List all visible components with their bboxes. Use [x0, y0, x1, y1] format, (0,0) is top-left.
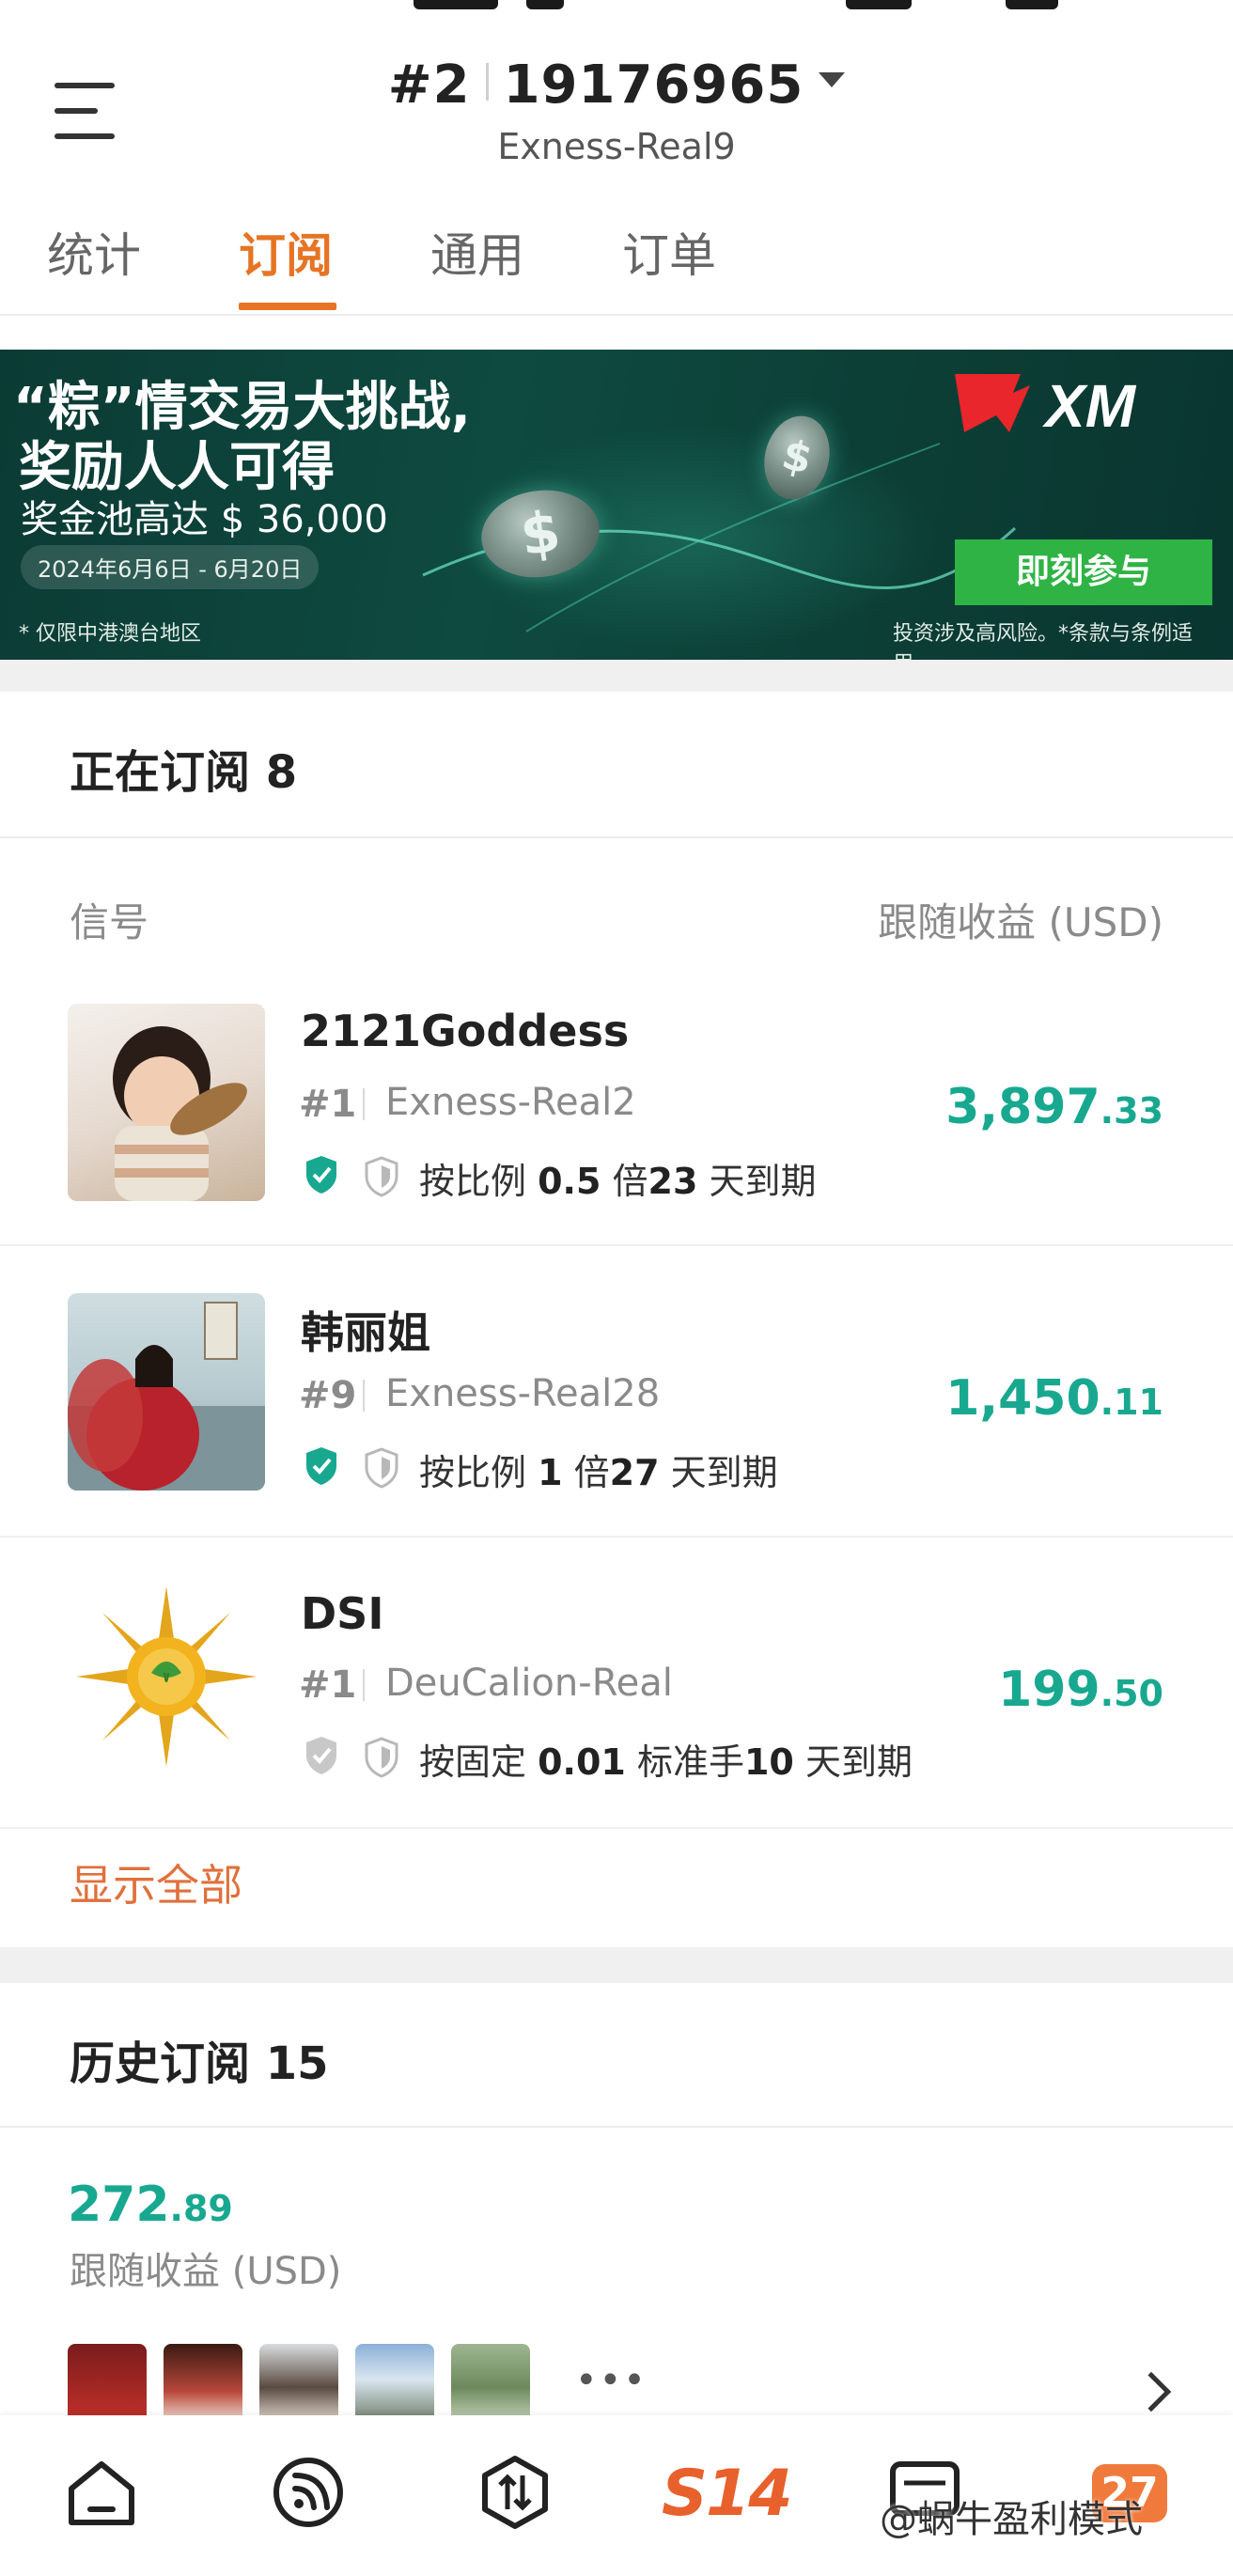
history-avatar[interactable] — [259, 2344, 338, 2423]
xm-logo: XM — [955, 365, 1218, 440]
signal-server: Exness-Real2 — [385, 1081, 636, 1124]
signal-server: Exness-Real28 — [385, 1372, 661, 1415]
chevron-right-icon[interactable] — [1131, 2371, 1172, 2412]
verified-shield-icon — [306, 1447, 336, 1485]
signal-name[interactable]: 2121Goddess — [301, 1006, 629, 1056]
tab-subscriptions[interactable]: 订阅 — [239, 218, 333, 286]
signal-profit: 1,450.11 — [945, 1370, 1163, 1427]
signal-name[interactable]: DSI — [301, 1588, 383, 1639]
signal-rank: #9 — [299, 1374, 357, 1417]
security-shield-icon — [365, 1447, 398, 1489]
history-profit-label: 跟随收益 (USD) — [70, 2250, 342, 2293]
account-selector[interactable]: #2 19176965 — [0, 55, 1233, 116]
caret-down-icon — [819, 72, 846, 87]
banner-prize: 奖金池高达 $ 36,000 — [21, 498, 388, 541]
home-icon[interactable] — [64, 2455, 139, 2530]
history-title: 历史订阅 15 — [70, 2037, 329, 2090]
verified-shield-icon — [306, 1156, 336, 1194]
active-tab-indicator — [239, 303, 336, 310]
title-divider — [485, 63, 489, 101]
subscription-row[interactable]: 韩丽姐 #9 Exness-Real28 1,450.11 按比例 1 倍27 … — [0, 1246, 1233, 1538]
history-avatar[interactable] — [355, 2344, 434, 2423]
show-all-link[interactable]: 显示全部 — [70, 1851, 242, 1913]
signal-profit: 3,897.33 — [945, 1079, 1163, 1135]
active-subscriptions-title: 正在订阅 8 — [70, 746, 298, 799]
bottom-nav: S14 27 @蜗牛盈利模式 — [0, 2415, 1233, 2576]
subscription-row[interactable]: DSI #1 DeuCalion-Real 199.50 按固定 0.01 标准… — [0, 1538, 1233, 1829]
signal-profit: 199.50 — [998, 1662, 1163, 1718]
status-bar-partial — [0, 0, 1233, 17]
column-profit-label: 跟随收益 (USD) — [878, 899, 1163, 945]
banner-region-note: * 仅限中港澳台地区 — [19, 622, 201, 646]
signal-name[interactable]: 韩丽姐 — [301, 1299, 430, 1361]
copy-rule: 按固定 0.01 标准手10 天到期 — [419, 1741, 913, 1783]
svg-text:XM: XM — [1042, 372, 1137, 440]
subscription-row[interactable]: 2121Goddess #1 Exness-Real2 3,897.33 按比例… — [0, 981, 1233, 1246]
history-avatar[interactable] — [164, 2344, 242, 2423]
account-rank: #2 — [387, 55, 471, 116]
history-header: 历史订阅 15 — [0, 1983, 1233, 2128]
column-signal-label: 信号 — [70, 899, 149, 945]
account-number: 19176965 — [503, 55, 804, 116]
account-server: Exness-Real9 — [497, 126, 736, 167]
rank-divider — [363, 1088, 365, 1120]
watermark: @蜗牛盈利模式 — [880, 2498, 1143, 2541]
sun-logo-avatar — [68, 1583, 265, 1780]
tab-general[interactable]: 通用 — [430, 218, 524, 286]
banner-date-range: 2024年6月6日 - 6月20日 — [21, 545, 320, 589]
history-profit: 272.89 — [68, 2177, 233, 2233]
security-shield-icon — [365, 1156, 398, 1197]
signal-server: DeuCalion-Real — [385, 1662, 673, 1705]
more-avatars-indicator: ••• — [575, 2359, 648, 2402]
s14-logo[interactable]: S14 — [662, 2457, 793, 2531]
signal-rank: #1 — [299, 1083, 357, 1126]
trade-icon[interactable] — [477, 2455, 553, 2530]
security-shield-icon — [365, 1737, 398, 1778]
history-avatar[interactable] — [451, 2344, 530, 2423]
rank-divider — [363, 1669, 365, 1701]
copy-rule: 按比例 0.5 倍23 天到期 — [419, 1161, 817, 1202]
woman-red-dress-avatar — [68, 1293, 265, 1491]
banner-risk-note: 投资涉及高风险。*条款与条例适用。 — [893, 622, 1194, 660]
section-gap — [0, 1947, 1233, 1983]
tab-orders[interactable]: 订单 — [622, 218, 716, 286]
unverified-shield-icon — [306, 1737, 336, 1774]
history-avatar[interactable] — [68, 2344, 147, 2423]
active-subscriptions-header: 正在订阅 8 — [0, 692, 1233, 838]
signals-icon[interactable] — [271, 2455, 346, 2530]
child-photo-avatar — [68, 1004, 265, 1201]
copy-rule: 按比例 1 倍27 天到期 — [419, 1452, 778, 1493]
join-now-button[interactable]: 即刻参与 — [955, 539, 1212, 605]
section-gap — [0, 660, 1233, 692]
tab-bar: 统计 订阅 通用 订单 — [0, 209, 1233, 316]
rank-divider — [363, 1380, 365, 1412]
signal-rank: #1 — [299, 1663, 357, 1707]
tab-stats[interactable]: 统计 — [47, 218, 141, 286]
promo-banner[interactable]: $ $ “粽”情交易大挑战, 奖励人人可得 奖金池高达 $ 36,000 202… — [0, 350, 1233, 660]
